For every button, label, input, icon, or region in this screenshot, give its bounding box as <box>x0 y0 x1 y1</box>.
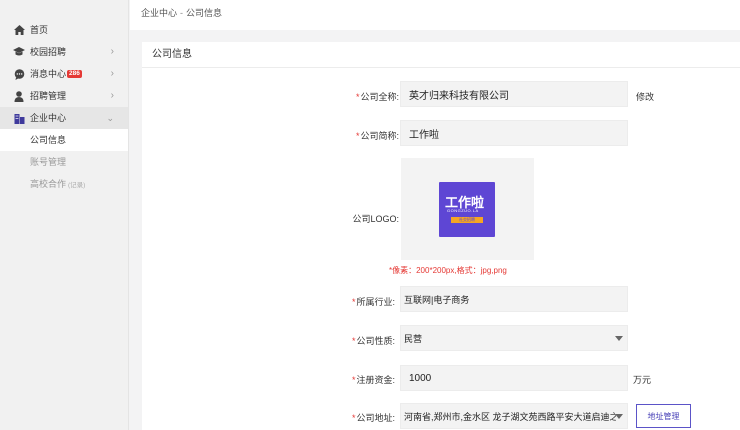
sidebar-subitem-label: 高校合作 <box>30 179 67 189</box>
sidebar-item-label: 校园招聘 <box>30 47 67 57</box>
label-text: 注册资金: <box>356 375 395 385</box>
breadcrumb-separator: - <box>180 8 184 18</box>
required-mark: * <box>351 336 356 346</box>
industry-label: *所属行业: <box>285 295 395 308</box>
sidebar-item-label: 招聘管理 <box>30 91 67 101</box>
sidebar-item-enterprise-center[interactable]: 企业中心 ⌄ <box>0 107 128 129</box>
capital-unit: 万元 <box>633 375 652 385</box>
logo-tag: 社交招聘 <box>451 217 483 223</box>
sidebar-item-campus-recruit[interactable]: 校园招聘 › <box>0 41 128 63</box>
breadcrumb: 企业中心 - 公司信息 <box>130 0 740 30</box>
label-text: 公司全称: <box>360 92 399 102</box>
logo-label: 公司LOGO: <box>289 212 399 225</box>
dropdown-arrow-icon <box>615 336 623 341</box>
label-text: 公司LOGO: <box>352 214 399 224</box>
graduation-cap-icon <box>13 46 25 58</box>
full-name-label: *公司全称: <box>289 90 399 103</box>
nature-select[interactable]: 民营 <box>400 325 628 351</box>
logo-hint: *像素：200*200px,格式：jpg,png <box>389 266 507 275</box>
chat-bubble-icon <box>13 68 25 80</box>
building-icon <box>13 112 25 124</box>
sidebar-item-label: 消息中心 <box>30 69 67 79</box>
breadcrumb-current: 公司信息 <box>186 8 223 18</box>
sidebar-item-label: 首页 <box>30 25 49 35</box>
address-label: *公司地址: <box>285 411 395 424</box>
sidebar-item-label: 企业中心 <box>30 113 67 123</box>
sidebar-subitem-account-manage[interactable]: 账号管理 <box>0 151 128 173</box>
capital-label: *注册资金: <box>285 373 395 386</box>
capital-field[interactable]: 1000 <box>400 365 628 391</box>
chevron-down-icon: ⌄ <box>106 113 114 123</box>
sidebar-subitem-company-info[interactable]: 公司信息 <box>0 129 128 151</box>
sidebar-item-messages[interactable]: 消息中心 286 › <box>0 63 128 85</box>
required-mark: * <box>351 297 356 307</box>
short-name-field[interactable]: 工作啦 <box>400 120 628 146</box>
sidebar-subitem-suffix: (记录) <box>68 182 86 189</box>
sidebar: 首页 校园招聘 › 消息中心 286 › 招聘管理 › 企业中心 ⌄ 公司信息 … <box>0 0 129 430</box>
short-name-label: *公司简称: <box>289 129 399 142</box>
required-mark: * <box>355 92 360 102</box>
nature-select-value: 民营 <box>404 333 423 344</box>
company-logo: 工作啦 GONGZUO.LA 社交招聘 <box>439 182 495 237</box>
chevron-right-icon: › <box>110 68 114 79</box>
address-select[interactable]: 河南省,郑州市,金水区 龙子湖文苑西路平安大道启迪之 <box>400 403 628 429</box>
logo-upload-area[interactable]: 工作啦 GONGZUO.LA 社交招聘 <box>401 158 534 260</box>
label-text: 所属行业: <box>356 297 395 307</box>
capital-value: 1000 <box>409 372 432 384</box>
label-text: 公司地址: <box>356 413 395 423</box>
company-info-card: 公司信息 *公司全称: 英才归来科技有限公司 修改 *公司简称: 工作啦 公司L… <box>142 42 740 430</box>
address-manage-button[interactable]: 地址管理 <box>636 404 691 428</box>
logo-subtitle: GONGZUO.LA <box>447 208 479 213</box>
person-icon <box>13 90 25 102</box>
sidebar-subitem-label: 账号管理 <box>30 157 67 167</box>
edit-full-name-link[interactable]: 修改 <box>636 90 654 103</box>
label-text: 公司简称: <box>360 131 399 141</box>
full-name-field[interactable]: 英才归来科技有限公司 <box>400 81 628 107</box>
chevron-right-icon: › <box>110 90 114 101</box>
chevron-right-icon: › <box>110 46 114 57</box>
unread-badge: 286 <box>67 70 82 78</box>
card-title: 公司信息 <box>142 42 740 68</box>
required-mark: * <box>355 131 360 141</box>
sidebar-subitem-university-coop[interactable]: 高校合作 (记录) <box>0 173 128 195</box>
sidebar-subitem-label: 公司信息 <box>30 135 67 145</box>
dropdown-arrow-icon <box>615 414 623 419</box>
required-mark: * <box>351 413 356 423</box>
address-select-value: 河南省,郑州市,金水区 龙子湖文苑西路平安大道启迪之 <box>404 411 616 422</box>
industry-field[interactable]: 互联网|电子商务 <box>400 286 628 312</box>
breadcrumb-parent[interactable]: 企业中心 <box>141 8 177 18</box>
sidebar-item-recruit-manage[interactable]: 招聘管理 › <box>0 85 128 107</box>
required-mark: * <box>351 375 356 385</box>
home-icon <box>13 24 25 36</box>
nature-label: *公司性质: <box>285 334 395 347</box>
label-text: 公司性质: <box>356 336 395 346</box>
sidebar-item-home[interactable]: 首页 <box>0 19 128 41</box>
